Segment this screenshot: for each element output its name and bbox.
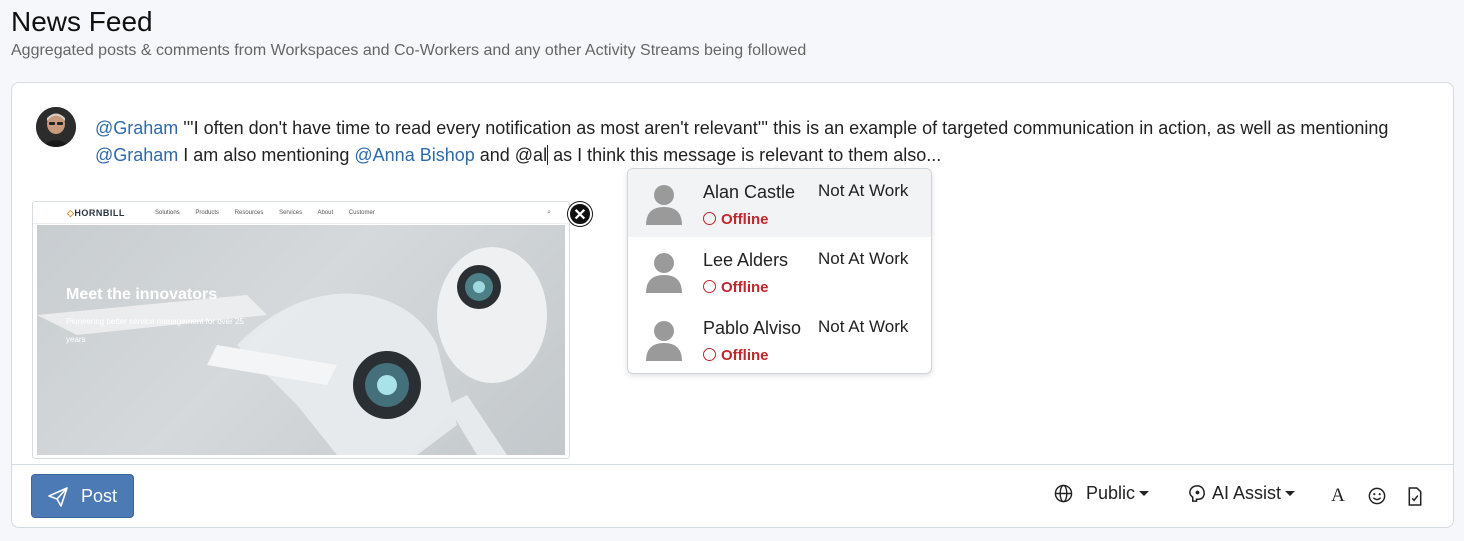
chevron-down-icon: [1139, 491, 1150, 496]
page-title: News Feed: [11, 6, 153, 37]
composer-divider: [12, 464, 1453, 465]
preview-navbar: ◇HORNBILL Solutions Products Resources S…: [33, 202, 569, 224]
preview-nav-item: Resources: [234, 210, 264, 216]
post-text-editor[interactable]: @Graham '''I often don't have time to re…: [95, 115, 1415, 169]
preview-nav-item: Solutions: [155, 210, 180, 216]
user-status: Offline: [703, 347, 769, 364]
preview-hero-image: Meet the innovators Pioneering better se…: [37, 225, 565, 455]
globe-icon: [1054, 484, 1073, 503]
mention-graham[interactable]: @Graham: [95, 145, 178, 165]
author-avatar: [36, 107, 76, 147]
link-preview[interactable]: ◇HORNBILL Solutions Products Resources S…: [32, 201, 570, 459]
post-text-segment: I am also mentioning: [178, 145, 355, 165]
preview-hero-subtitle: Pioneering better service management for…: [66, 317, 244, 344]
user-name: Lee Alders: [703, 250, 789, 270]
preview-nav-item: About: [317, 210, 334, 216]
preview-nav-item: Services: [279, 210, 303, 216]
page-subtitle: Aggregated posts & comments from Workspa…: [11, 42, 807, 59]
post-composer: @Graham '''I often don't have time to re…: [11, 82, 1454, 528]
mention-suggestion-item[interactable]: Lee Alders Offline Not At Work: [628, 237, 931, 305]
user-availability: Not At Work: [818, 181, 909, 200]
font-format-button[interactable]: A: [1328, 485, 1348, 506]
user-availability: Not At Work: [818, 249, 909, 268]
post-text-segment: as I think this message is relevant to t…: [548, 145, 942, 165]
user-status: Offline: [703, 211, 769, 228]
paper-plane-icon: [48, 487, 68, 507]
ai-brain-icon: [1189, 485, 1205, 502]
ai-assist-dropdown[interactable]: AI Assist: [1188, 483, 1296, 504]
remove-preview-button[interactable]: ✕: [568, 202, 592, 226]
user-name: Alan Castle: [703, 182, 796, 202]
file-icon: [1408, 486, 1422, 506]
preview-nav-item: Products: [195, 210, 220, 216]
preview-hero-title: Meet the innovators: [66, 286, 218, 303]
visibility-label: Public: [1086, 483, 1136, 503]
post-button-label: Post: [81, 486, 118, 506]
offline-icon: [703, 280, 716, 293]
mention-suggestion-item[interactable]: Pablo Alviso Offline Not At Work: [628, 305, 931, 373]
user-availability: Not At Work: [818, 317, 909, 336]
post-button[interactable]: Post: [31, 474, 134, 518]
post-text-segment: '''I often don't have time to read every…: [178, 118, 1389, 138]
user-name: Pablo Alviso: [703, 318, 802, 338]
visibility-dropdown[interactable]: Public: [1054, 483, 1150, 504]
font-icon: A: [1331, 485, 1345, 506]
offline-icon: [703, 348, 716, 361]
mention-suggestion-item[interactable]: Alan Castle Offline Not At Work: [628, 169, 931, 237]
preview-search-icon: ⌕: [547, 209, 551, 216]
hornbill-logo: ◇HORNBILL: [67, 208, 125, 218]
attach-file-button[interactable]: [1405, 486, 1425, 506]
ai-assist-label: AI Assist: [1212, 483, 1282, 503]
smiley-icon: [1368, 487, 1386, 505]
mention-suggestion-dropdown: Alan Castle Offline Not At Work Lee Alde…: [627, 168, 932, 374]
offline-icon: [703, 212, 716, 225]
preview-nav-links: Solutions Products Resources Services Ab…: [155, 210, 389, 216]
user-placeholder-icon: [646, 321, 682, 361]
chevron-down-icon: [1285, 491, 1296, 496]
preview-nav-item: Customer: [348, 210, 375, 216]
post-text-segment: and @al: [474, 145, 548, 165]
user-placeholder-icon: [646, 253, 682, 293]
emoji-button[interactable]: [1367, 486, 1387, 506]
mention-anna-bishop[interactable]: @Anna Bishop: [354, 145, 474, 165]
user-placeholder-icon: [646, 185, 682, 225]
mention-graham[interactable]: @Graham: [95, 118, 178, 138]
user-status: Offline: [703, 279, 769, 296]
